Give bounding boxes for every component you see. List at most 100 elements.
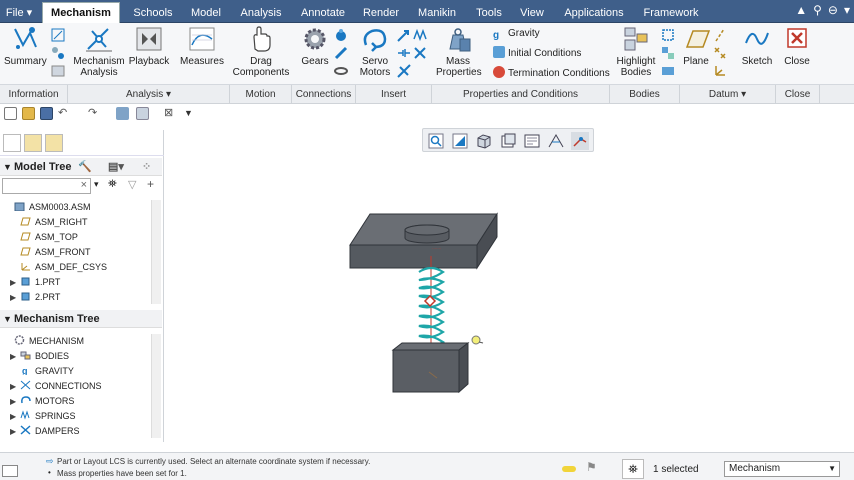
playback-button[interactable]: Playback <box>128 25 170 67</box>
expand-arrow-icon[interactable]: ▶ <box>10 379 20 394</box>
saved-orientations-icon[interactable] <box>499 132 517 150</box>
collapse-icon[interactable]: ▼ <box>3 158 12 176</box>
force-icon[interactable] <box>396 63 412 79</box>
mechanism-tree-row[interactable]: ▶ CONNECTIONS <box>10 379 102 394</box>
selection-filter-select[interactable]: Mechanism ▼ <box>724 461 840 477</box>
info-top-icon[interactable] <box>50 27 66 43</box>
open-folder-icon[interactable] <box>22 107 35 120</box>
gravity-button[interactable]: g Gravity <box>493 26 540 42</box>
model-tree-row[interactable]: ASM_RIGHT <box>10 215 88 230</box>
redo-icon[interactable]: ↷ <box>88 107 101 120</box>
group-analysis[interactable]: Analysis ▾ <box>68 85 230 104</box>
mechanism-tree-row[interactable]: ▶ DAMPERS <box>10 424 80 439</box>
search-dropdown-icon[interactable]: ▾ <box>94 179 99 190</box>
close-button[interactable]: Close <box>780 25 814 67</box>
tab-framework[interactable]: Framework <box>638 3 704 23</box>
selection-count[interactable]: 1 selected <box>653 464 699 475</box>
close-window-icon[interactable]: ⊠ <box>164 107 177 120</box>
bushing-icon[interactable] <box>412 45 428 61</box>
tab-render[interactable]: Render <box>358 3 404 23</box>
regeneration-status-icon[interactable] <box>562 466 576 472</box>
summary-button[interactable]: Summary <box>4 25 47 67</box>
measures-button[interactable]: Measures <box>180 25 224 67</box>
mechanism-tree-header[interactable]: ▼ Mechanism Tree <box>0 310 162 328</box>
windows-icon[interactable] <box>136 107 149 120</box>
mechanism-tree-row[interactable]: ▶ MOTORS <box>10 394 74 409</box>
expand-arrow-icon[interactable]: ▶ <box>10 275 20 290</box>
show-menu-icon[interactable]: ▤▾ <box>108 158 124 176</box>
spring-icon[interactable] <box>412 27 428 43</box>
body-redefine-icon[interactable] <box>660 45 676 61</box>
tab-analysis[interactable]: Analysis <box>234 3 288 23</box>
slot-icon[interactable] <box>333 45 349 61</box>
binoculars-icon[interactable]: ⛯ <box>108 178 117 191</box>
tab-schools[interactable]: Schools <box>128 3 178 23</box>
tab-file[interactable]: File ▾ <box>2 3 36 23</box>
flag-icon[interactable]: ⚑ <box>586 460 597 474</box>
expand-arrow-icon[interactable]: ▶ <box>10 424 20 439</box>
notification-icon[interactable]: ▲ <box>795 3 807 19</box>
graphics-area-model[interactable]: ······· <box>330 200 520 400</box>
mechanism-tree-row[interactable]: g GRAVITY <box>10 364 74 379</box>
model-tree-row[interactable]: ▶ 2.PRT <box>10 290 60 305</box>
refit-icon[interactable] <box>427 132 445 150</box>
tab-applications[interactable]: Applications <box>556 3 632 23</box>
force-motor-icon[interactable] <box>396 27 412 43</box>
view-manager-icon[interactable] <box>523 132 541 150</box>
expand-arrow-icon[interactable]: ▶ <box>10 349 20 364</box>
display-style-icon[interactable] <box>475 132 493 150</box>
tab-tools[interactable]: Tools <box>470 3 508 23</box>
model-tree-tab-icon[interactable] <box>3 134 21 152</box>
belt-icon[interactable] <box>333 63 349 79</box>
folder-browser-tab-icon[interactable] <box>24 134 42 152</box>
sketch-button[interactable]: Sketch <box>740 25 774 67</box>
model-tree-search-input[interactable]: × <box>2 178 91 194</box>
termination-conditions-button[interactable]: Termination Conditions <box>493 66 610 82</box>
body-reconnect-icon[interactable] <box>660 63 676 79</box>
model-tree-row[interactable]: ASM_DEF_CSYS <box>10 260 107 275</box>
filter-tree-icon[interactable]: ⁘ <box>142 158 151 176</box>
expand-arrow-icon[interactable]: ▶ <box>10 290 20 305</box>
csys-icon[interactable] <box>712 63 728 79</box>
collapse-icon[interactable]: ▼ <box>3 310 12 328</box>
gears-button[interactable]: Gears <box>298 25 332 67</box>
drag-components-button[interactable]: Drag Components <box>232 25 290 78</box>
mass-properties-button[interactable]: Mass Properties <box>436 25 482 78</box>
tab-mechanism[interactable]: Mechanism <box>42 2 120 24</box>
model-tree-row[interactable]: ASM_FRONT <box>10 245 91 260</box>
add-column-icon[interactable]: + <box>147 177 154 191</box>
mechanism-tree-row[interactable]: ▶ BODIES <box>10 349 69 364</box>
model-tree-row[interactable]: ASM_TOP <box>10 230 78 245</box>
tab-model[interactable]: Model <box>184 3 228 23</box>
tab-view[interactable]: View <box>514 3 550 23</box>
new-file-icon[interactable] <box>4 107 17 120</box>
favorites-tab-icon[interactable] <box>45 134 63 152</box>
options-icon[interactable]: ▾ <box>844 3 850 19</box>
mechanism-tree-row[interactable]: ▶ SPRINGS <box>10 409 76 424</box>
model-tree-row[interactable]: ▶ 1.PRT <box>10 275 60 290</box>
datum-display-icon[interactable] <box>571 132 589 150</box>
damper-icon[interactable] <box>396 45 412 61</box>
info-bottom-icon[interactable] <box>50 63 66 79</box>
model-tree-header[interactable]: ▼ Model Tree 🔨 ▤▾ ⁘ <box>0 158 162 176</box>
perspective-icon[interactable] <box>547 132 565 150</box>
point-icon[interactable] <box>712 45 728 61</box>
axis-icon[interactable] <box>712 27 728 43</box>
regenerate-icon[interactable] <box>116 107 129 120</box>
servo-motors-button[interactable]: Servo Motors <box>356 25 394 78</box>
expand-arrow-icon[interactable]: ▶ <box>10 394 20 409</box>
highlight-bodies-button[interactable]: Highlight Bodies <box>614 25 658 78</box>
cam-icon[interactable] <box>333 27 349 43</box>
model-tree-row[interactable]: ASM0003.ASM <box>4 200 91 215</box>
body-define-icon[interactable] <box>660 27 676 43</box>
plane-button[interactable]: Plane <box>682 25 711 67</box>
clear-search-icon[interactable]: × <box>81 179 87 191</box>
mechanism-tree-row[interactable]: MECHANISM <box>4 334 84 349</box>
tab-annotate[interactable]: Annotate <box>294 3 352 23</box>
funnel-icon[interactable]: ▽ <box>128 178 136 191</box>
group-datum[interactable]: Datum ▾ <box>680 85 776 104</box>
mechanism-analysis-button[interactable]: Mechanism Analysis <box>72 25 126 78</box>
repaint-icon[interactable] <box>451 132 469 150</box>
initial-conditions-button[interactable]: Initial Conditions <box>493 46 581 62</box>
save-icon[interactable] <box>40 107 53 120</box>
